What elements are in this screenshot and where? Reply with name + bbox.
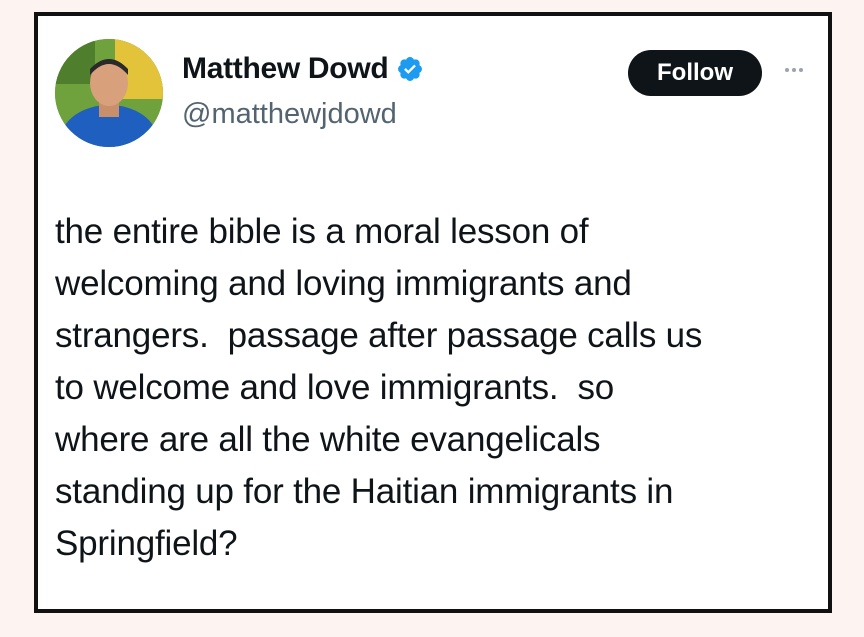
more-options-icon[interactable]: [779, 60, 809, 80]
more-dot: [799, 68, 803, 72]
tweet-text-line: standing up for the Haitian immigrants i…: [55, 472, 674, 511]
tweet-text-line: the entire bible is a moral lesson of: [55, 212, 589, 251]
name-row: Matthew Dowd: [182, 52, 424, 86]
tweet-text-line: welcoming and loving immigrants and: [55, 264, 632, 303]
tweet-text: the entire bible is a moral lesson of we…: [55, 206, 825, 570]
more-dot: [785, 68, 789, 72]
tweet-text-line: where are all the white evangelicals: [55, 420, 601, 459]
tweet-text-line: to welcome and love immigrants. so: [55, 368, 615, 407]
more-dot: [792, 68, 796, 72]
follow-button[interactable]: Follow: [628, 50, 762, 96]
tweet-card: Matthew Dowd @matthewjdowd Follow the en…: [34, 12, 832, 613]
display-name[interactable]: Matthew Dowd: [182, 52, 389, 86]
tweet-text-line: strangers. passage after passage calls u…: [55, 316, 703, 355]
profile-photo-icon: [55, 39, 163, 147]
avatar[interactable]: [55, 39, 163, 147]
tweet-text-line: Springfield?: [55, 524, 238, 563]
user-handle[interactable]: @matthewjdowd: [182, 98, 397, 131]
verified-badge-icon: [396, 55, 424, 83]
